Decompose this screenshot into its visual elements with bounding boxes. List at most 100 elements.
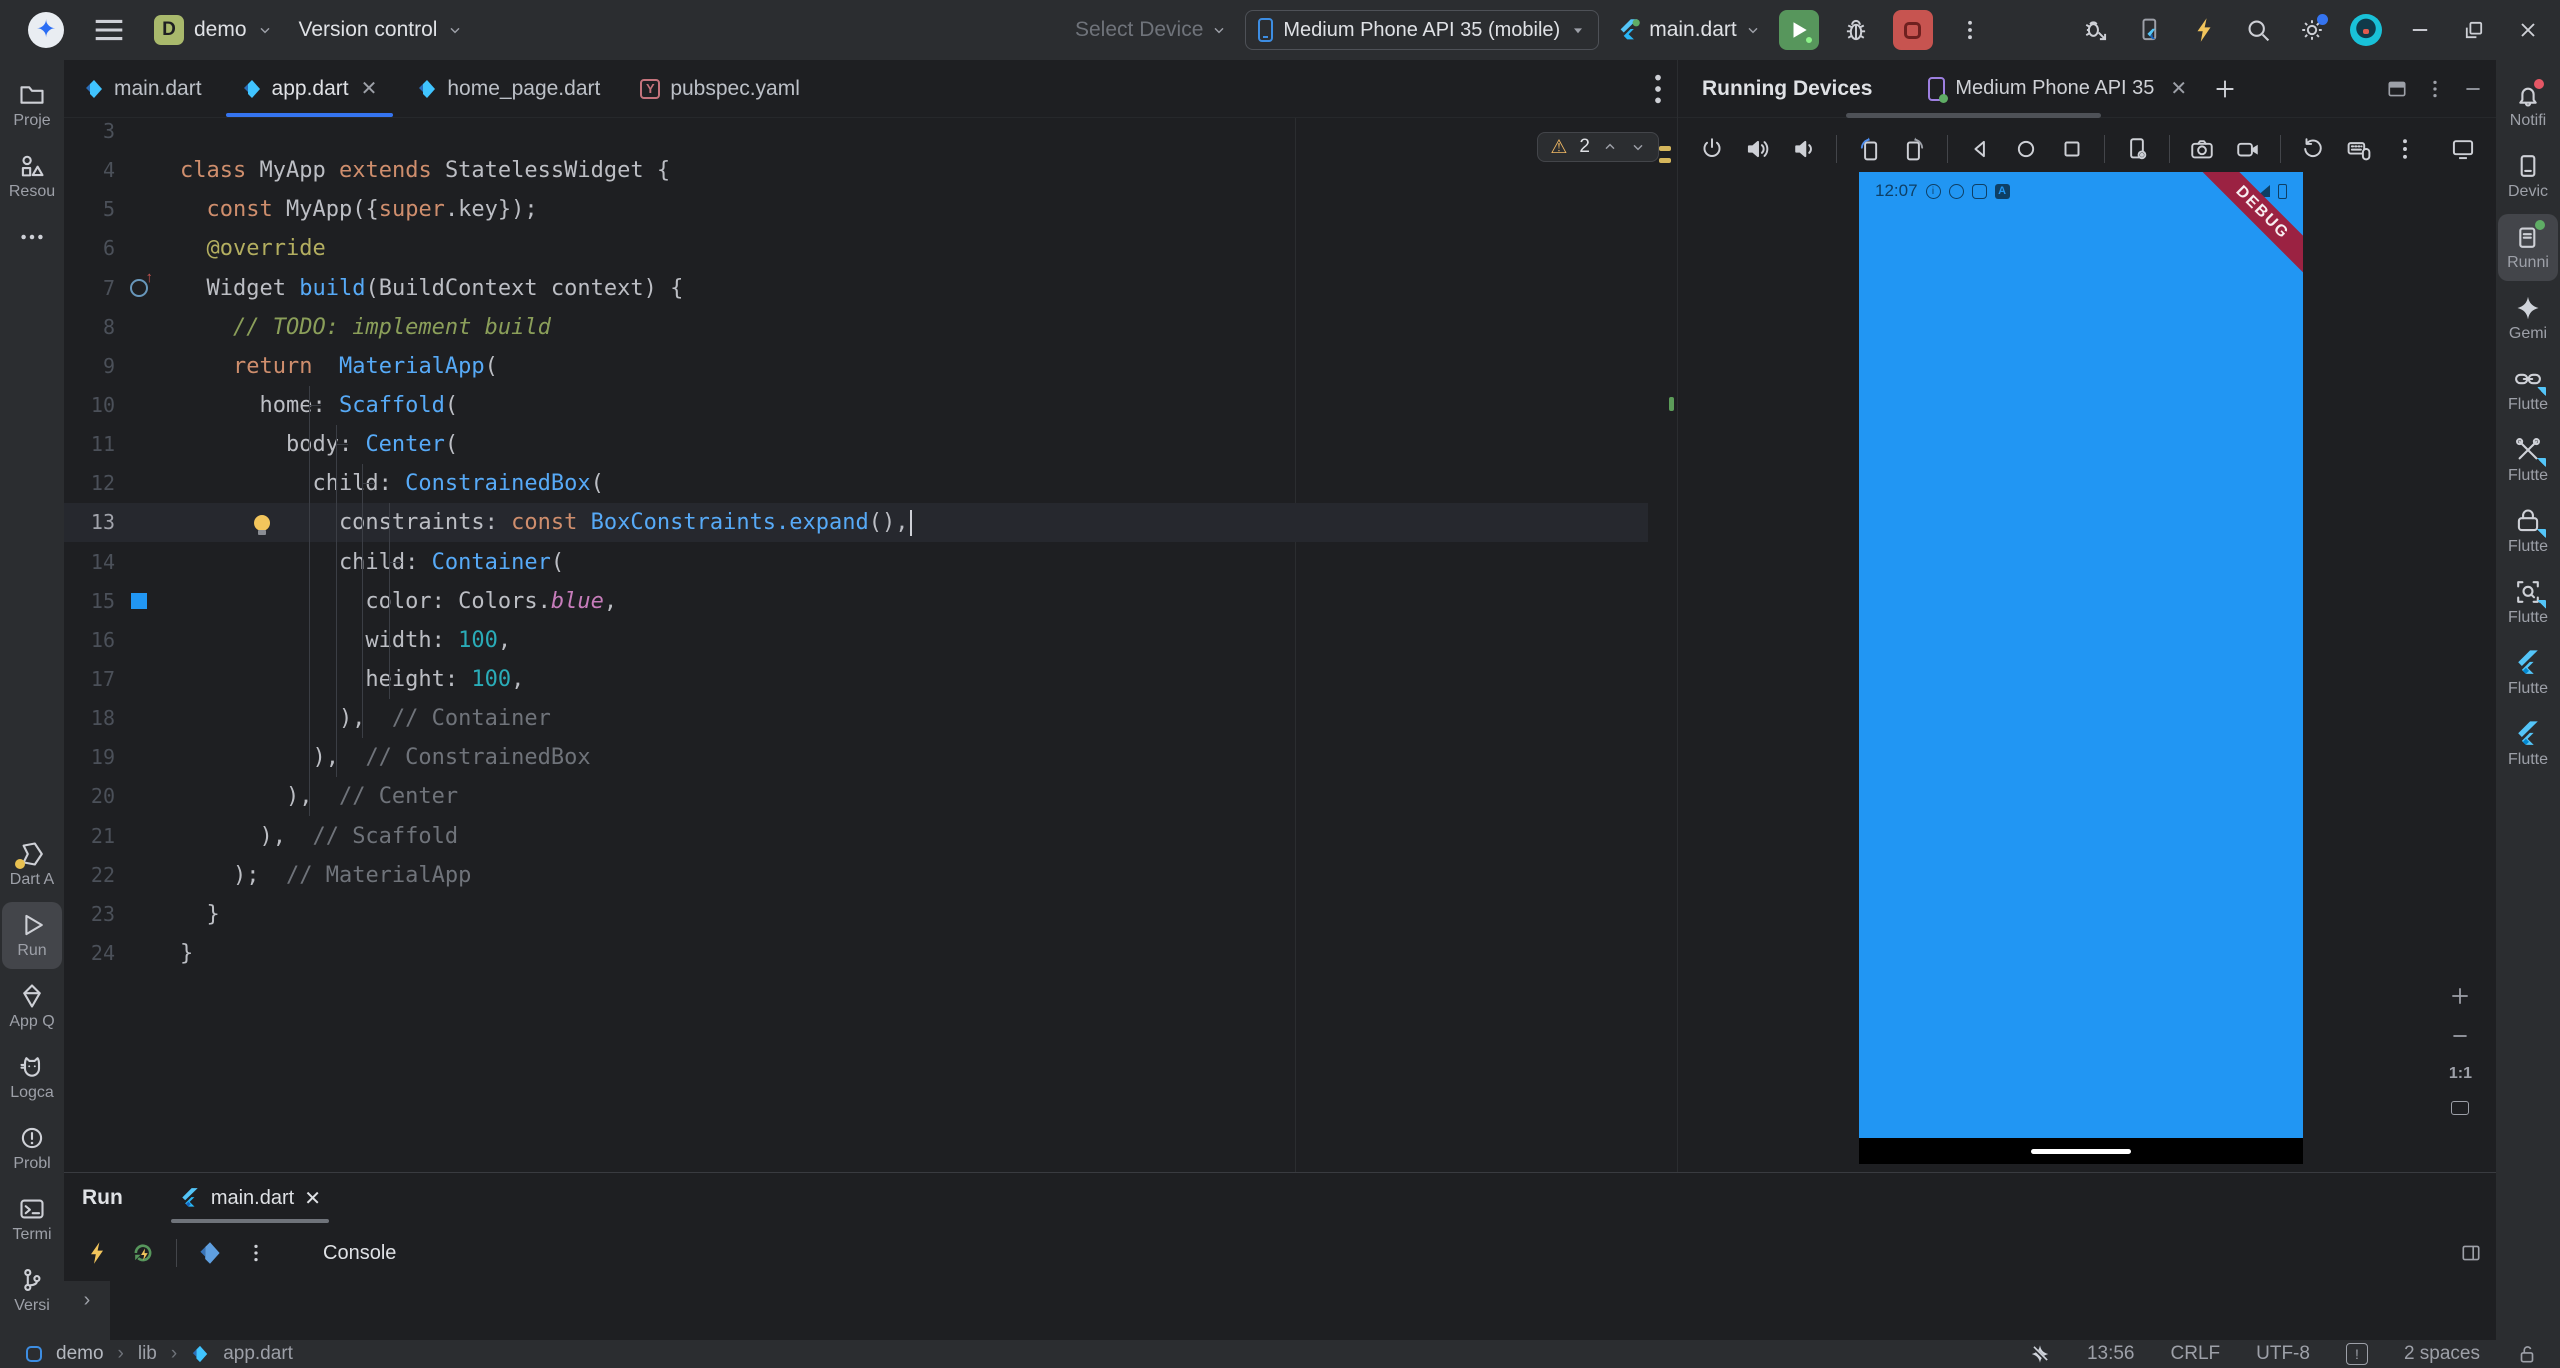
line-number[interactable]: 24: [64, 934, 115, 973]
code-line[interactable]: 8 // TODO: implement build: [64, 308, 1677, 347]
breadcrumb-item[interactable]: app.dart: [223, 1343, 293, 1365]
code-line[interactable]: 23 }: [64, 895, 1677, 934]
hardware-input-icon[interactable]: [2339, 129, 2379, 169]
line-number[interactable]: 9: [64, 347, 115, 386]
attach-debugger-icon[interactable]: [2074, 8, 2118, 52]
line-number[interactable]: 6: [64, 229, 115, 268]
rotate-right-icon[interactable]: [1895, 129, 1935, 169]
line-number[interactable]: 11: [64, 425, 115, 464]
line-number[interactable]: 4: [64, 151, 115, 190]
debug-button[interactable]: [1837, 11, 1875, 49]
tab-pubspec-yaml[interactable]: Ypubspec.yaml: [620, 60, 820, 117]
console-kebab-icon[interactable]: [237, 1234, 275, 1272]
color-swatch[interactable]: [124, 582, 154, 621]
panel-options-kebab-icon[interactable]: [2424, 78, 2446, 100]
caret-position[interactable]: 13:56: [2087, 1343, 2135, 1365]
warning-stripe-mark[interactable]: [1659, 146, 1671, 151]
screen-record-icon[interactable]: [2228, 129, 2268, 169]
code-line[interactable]: 9 return MaterialApp(: [64, 347, 1677, 386]
tool-resource-manager[interactable]: Resou: [2, 143, 62, 210]
power-icon[interactable]: [1692, 129, 1732, 169]
zoom-in-plus-icon[interactable]: [2449, 985, 2471, 1007]
gemini-disabled-icon[interactable]: [2029, 1343, 2051, 1365]
vcs-widget[interactable]: Version control: [299, 18, 464, 42]
more-actions-kebab-icon[interactable]: [1951, 11, 1989, 49]
code-line[interactable]: 15 color: Colors.blue,: [64, 582, 1677, 621]
line-number[interactable]: 19: [64, 738, 115, 777]
code-line[interactable]: 19 ), // ConstrainedBox: [64, 738, 1677, 777]
code-editor[interactable]: 34class MyApp extends StatelessWidget {5…: [64, 118, 1677, 1172]
console-label[interactable]: Console: [323, 1242, 396, 1265]
code-line[interactable]: 18 ), // Container: [64, 699, 1677, 738]
tab-main-dart[interactable]: main.dart: [64, 60, 222, 117]
tool-problems[interactable]: Probl: [2, 1115, 62, 1182]
tab-home-page-dart[interactable]: home_page.dart: [397, 60, 620, 117]
line-separator[interactable]: CRLF: [2171, 1343, 2221, 1365]
new-device-tab-plus-icon[interactable]: [2213, 77, 2237, 101]
nav-back-icon[interactable]: [1960, 129, 2000, 169]
rotate-left-icon[interactable]: [1849, 129, 1889, 169]
intention-bulb-icon[interactable]: [254, 515, 270, 531]
tool-run[interactable]: Run: [2, 902, 62, 969]
tool-flutter-inspector[interactable]: Flutte: [2498, 569, 2558, 636]
display-settings-icon[interactable]: [2444, 130, 2482, 168]
line-number[interactable]: 14: [64, 543, 115, 582]
tool-version-control[interactable]: Versi: [2, 1257, 62, 1324]
tool-device-manager[interactable]: Devic: [2498, 143, 2558, 210]
close-icon[interactable]: ✕: [2170, 76, 2187, 101]
code-line[interactable]: 17 height: 100,: [64, 660, 1677, 699]
line-number[interactable]: 5: [64, 190, 115, 229]
vcs-change-stripe-mark[interactable]: [1669, 397, 1674, 411]
volume-up-icon[interactable]: [1738, 129, 1778, 169]
reset-icon[interactable]: [2293, 129, 2333, 169]
line-number[interactable]: 10: [64, 386, 115, 425]
line-number[interactable]: 12: [64, 464, 115, 503]
run-tab-main-dart[interactable]: main.dart ✕: [171, 1173, 329, 1223]
layout-icon[interactable]: [2460, 1242, 2482, 1264]
line-number[interactable]: 22: [64, 856, 115, 895]
screenshot-icon[interactable]: [2182, 129, 2222, 169]
zoom-ratio[interactable]: 1:1: [2449, 1065, 2472, 1083]
code-line[interactable]: 12 child: ConstrainedBox(: [64, 464, 1677, 503]
device-tab[interactable]: Medium Phone API 35 ✕: [1928, 76, 2187, 101]
tool-flutter-deep-links[interactable]: Flutte: [2498, 356, 2558, 423]
dart-devtools-icon[interactable]: [191, 1234, 229, 1272]
next-problem-chevron-down-icon[interactable]: [1630, 139, 1646, 155]
gesture-pill[interactable]: [2031, 1149, 2131, 1154]
tool-flutter-performance[interactable]: Flutte: [2498, 427, 2558, 494]
run-configuration[interactable]: main.dart: [1617, 18, 1761, 42]
emulator-display[interactable]: 12:07 i A 3G DEBUG: [1859, 172, 2303, 1164]
line-number[interactable]: 18: [64, 699, 115, 738]
tool-flutter-app-size[interactable]: Flutte: [2498, 498, 2558, 565]
line-number[interactable]: 20: [64, 777, 115, 816]
nav-overview-icon[interactable]: [2052, 129, 2092, 169]
kebab-icon[interactable]: [2385, 129, 2425, 169]
hot-restart-icon[interactable]: [124, 1234, 162, 1272]
indent-setting[interactable]: 2 spaces: [2404, 1343, 2480, 1365]
unlocked-icon[interactable]: [2516, 1343, 2538, 1365]
warning-stripe-mark[interactable]: [1659, 158, 1671, 163]
line-number[interactable]: 15: [64, 582, 115, 621]
line-number[interactable]: 8: [64, 308, 115, 347]
highlighting-level-icon[interactable]: !: [2346, 1343, 2368, 1365]
code-line[interactable]: 6 @override: [64, 229, 1677, 268]
overriding-method-icon[interactable]: [124, 269, 154, 308]
code-line[interactable]: 5 const MyApp({super.key});: [64, 190, 1677, 229]
tool-notifications[interactable]: Notifi: [2498, 72, 2558, 139]
layout-icon[interactable]: [2386, 78, 2408, 100]
code-line[interactable]: 14 child: Container(: [64, 543, 1677, 582]
user-avatar[interactable]: [2344, 8, 2388, 52]
hide-panel-icon[interactable]: [2462, 78, 2484, 100]
code-line[interactable]: 11 body: Center(: [64, 425, 1677, 464]
code-line[interactable]: 21 ), // Scaffold: [64, 817, 1677, 856]
line-number[interactable]: 23: [64, 895, 115, 934]
tabs-kebab-icon[interactable]: [1622, 68, 1660, 106]
window-restore-icon[interactable]: [2452, 8, 2496, 52]
tool-terminal[interactable]: Termi: [2, 1186, 62, 1253]
breadcrumb-item[interactable]: lib: [138, 1343, 157, 1365]
emulator-screen[interactable]: 12:07 i A 3G DEBUG: [1859, 172, 2303, 1138]
run-button[interactable]: [1779, 10, 1819, 50]
line-number[interactable]: 17: [64, 660, 115, 699]
volume-down-icon[interactable]: [1784, 129, 1824, 169]
code-line[interactable]: 13 constraints: const BoxConstraints.exp…: [64, 503, 1677, 542]
